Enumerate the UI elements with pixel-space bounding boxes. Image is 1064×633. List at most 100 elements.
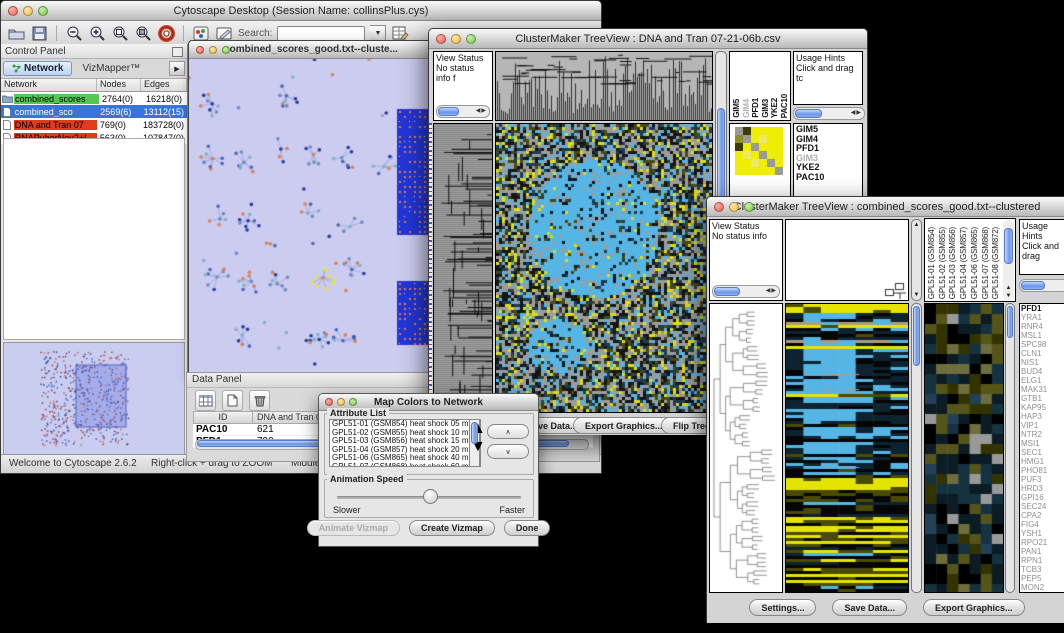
gene-label[interactable]: RNR4 [1021, 322, 1063, 331]
column-header-id[interactable]: ID [194, 412, 253, 423]
gene-label[interactable]: MSI1 [1021, 439, 1063, 448]
treeview2-titlebar[interactable]: ClusterMaker TreeView : combined_scores_… [707, 197, 1064, 217]
network-list-row[interactable]: DNA and Tran 07769(0)183728(0) [1, 118, 187, 131]
gene-label[interactable]: GPI16 [1021, 493, 1063, 502]
scrollbar-thumb[interactable] [714, 287, 740, 296]
zoom-window-button[interactable] [222, 46, 230, 54]
gene-label[interactable]: NIS1 [1021, 358, 1063, 367]
scroll-down-icon[interactable]: ▼ [1003, 293, 1014, 299]
gene-label[interactable]: YSH1 [1021, 529, 1063, 538]
float-panel-icon[interactable] [172, 47, 183, 57]
scroll-up-icon[interactable]: ▲ [1003, 285, 1014, 291]
select-attributes-icon[interactable] [195, 390, 216, 411]
attribute-list-vscrollbar[interactable]: ▲ ▼ [469, 419, 480, 467]
gene-label[interactable]: RPO21 [1021, 538, 1063, 547]
close-button[interactable] [436, 34, 446, 44]
zoom-vscrollbar[interactable] [1005, 303, 1015, 593]
gene-label[interactable]: MSL1 [1021, 331, 1063, 340]
zoom-window-button[interactable] [38, 6, 48, 16]
zoom-heatmap-canvas[interactable] [925, 304, 1003, 592]
gene-label[interactable]: SEC24 [1021, 502, 1063, 511]
zoom-window-button[interactable] [466, 34, 476, 44]
scrollbar-thumb[interactable] [471, 422, 478, 444]
speed-slider-thumb[interactable] [423, 489, 438, 504]
gene-label[interactable]: HMG1 [1021, 457, 1063, 466]
minimize-button[interactable] [23, 6, 33, 16]
scrollbar-thumb[interactable] [1004, 228, 1013, 264]
gene-label[interactable]: CLN1 [1021, 349, 1063, 358]
row-dendrogram-canvas[interactable] [434, 124, 492, 412]
gene-label[interactable]: SEC1 [1021, 448, 1063, 457]
close-button[interactable] [196, 46, 204, 54]
gene-label[interactable]: PHO81 [1021, 466, 1063, 475]
usage-hints-hscrollbar[interactable] [1019, 279, 1064, 292]
view-status-hscrollbar[interactable]: ◀▶ [712, 285, 780, 298]
gene-label[interactable]: RPN1 [1021, 556, 1063, 565]
zoom-fit-icon[interactable] [111, 24, 129, 42]
gene-label[interactable]: PEP5 [1021, 574, 1063, 583]
scrollbar-thumb[interactable] [913, 306, 920, 366]
settings-button[interactable]: Settings... [749, 599, 816, 616]
scrollbar-arrows-icon[interactable]: ◀▶ [851, 109, 862, 116]
gene-label[interactable]: BUD4 [1021, 367, 1063, 376]
column-area-vscrollbar[interactable]: ▲ ▼ [911, 219, 922, 301]
save-icon[interactable] [30, 24, 48, 42]
gene-label[interactable]: MON2 [1021, 583, 1063, 592]
network-list-row[interactable]: combined_sco2569(6)13112(15) [1, 105, 187, 118]
export-graphics-button[interactable]: Export Graphics... [573, 417, 675, 434]
gene-label[interactable]: VIP1 [1021, 421, 1063, 430]
tab-overflow-button[interactable]: ▶ [169, 61, 185, 76]
column-header-edges[interactable]: Edges [141, 79, 187, 91]
save-data-button[interactable]: Save Data... [832, 599, 907, 616]
heatmap-vscrollbar[interactable] [911, 303, 922, 593]
gene-label[interactable]: PAN1 [1021, 547, 1063, 556]
scrollbar-arrows-icon[interactable]: ◀▶ [766, 287, 777, 294]
minimize-button[interactable] [337, 398, 345, 406]
attribute-listbox[interactable]: GPL51-01 (GSM854) heat shock 05 minGPL51… [329, 419, 481, 467]
scrollbar-arrows-icon[interactable]: ◀▶ [476, 107, 487, 114]
gene-label[interactable]: YRA1 [1021, 313, 1063, 322]
gene-label[interactable]: ELG1 [1021, 376, 1063, 385]
main-titlebar[interactable]: Cytoscape Desktop (Session Name: collins… [1, 1, 601, 21]
search-dropdown-button[interactable]: ▼ [370, 25, 386, 42]
gene-label[interactable]: PUF3 [1021, 475, 1063, 484]
gene-label[interactable]: GTB1 [1021, 394, 1063, 403]
column-header-network[interactable]: Network [1, 79, 97, 91]
gene-label[interactable]: SPC98 [1021, 340, 1063, 349]
gene-label[interactable]: MAK31 [1021, 385, 1063, 394]
heatmap-canvas[interactable] [786, 304, 908, 592]
zoom-out-icon[interactable] [65, 24, 83, 42]
tab-vizmapper[interactable]: VizMapper™ [74, 62, 148, 75]
zoom-window-button[interactable] [744, 202, 754, 212]
treeview1-titlebar[interactable]: ClusterMaker TreeView : DNA and Tran 07-… [429, 29, 867, 49]
delete-attribute-icon[interactable] [249, 390, 270, 411]
done-button[interactable]: Done [504, 520, 551, 536]
move-down-button[interactable]: ∨ [487, 444, 529, 459]
column-header-nodes[interactable]: Nodes [97, 79, 141, 91]
network-view-canvas[interactable] [189, 59, 431, 372]
scrollbar-thumb[interactable] [438, 107, 459, 116]
scrollbar-thumb[interactable] [795, 109, 822, 118]
attribute-list-item[interactable]: GPL51-07 (GSM868) heat shock 60 min [330, 463, 480, 467]
close-button[interactable] [8, 6, 18, 16]
minimize-button[interactable] [451, 34, 461, 44]
birdseye-view-canvas[interactable] [3, 342, 185, 455]
gene-label[interactable]: HAP3 [1021, 412, 1063, 421]
network-list-row[interactable]: combined_scores2764(0)16218(0) [1, 92, 187, 105]
gene-label[interactable]: CPA2 [1021, 511, 1063, 520]
view-status-hscrollbar[interactable]: ◀▶ [436, 105, 490, 118]
close-button[interactable] [325, 398, 333, 406]
help-lifering-icon[interactable] [157, 24, 175, 42]
scroll-up-icon[interactable]: ▲ [912, 222, 921, 228]
zoom-selected-icon[interactable] [134, 24, 152, 42]
column-dendrogram-canvas[interactable] [496, 52, 712, 120]
move-up-button[interactable]: ∧ [487, 424, 529, 439]
close-button[interactable] [714, 202, 724, 212]
gene-label[interactable]: HRD3 [1021, 484, 1063, 493]
gene-label[interactable]: FIG4 [1021, 520, 1063, 529]
tab-network[interactable]: Network [3, 61, 72, 76]
row-dendrogram-canvas[interactable] [710, 304, 782, 592]
search-input[interactable] [277, 26, 365, 41]
scrollbar-thumb[interactable] [1021, 281, 1045, 290]
column-dendrogram-canvas[interactable] [786, 220, 908, 300]
